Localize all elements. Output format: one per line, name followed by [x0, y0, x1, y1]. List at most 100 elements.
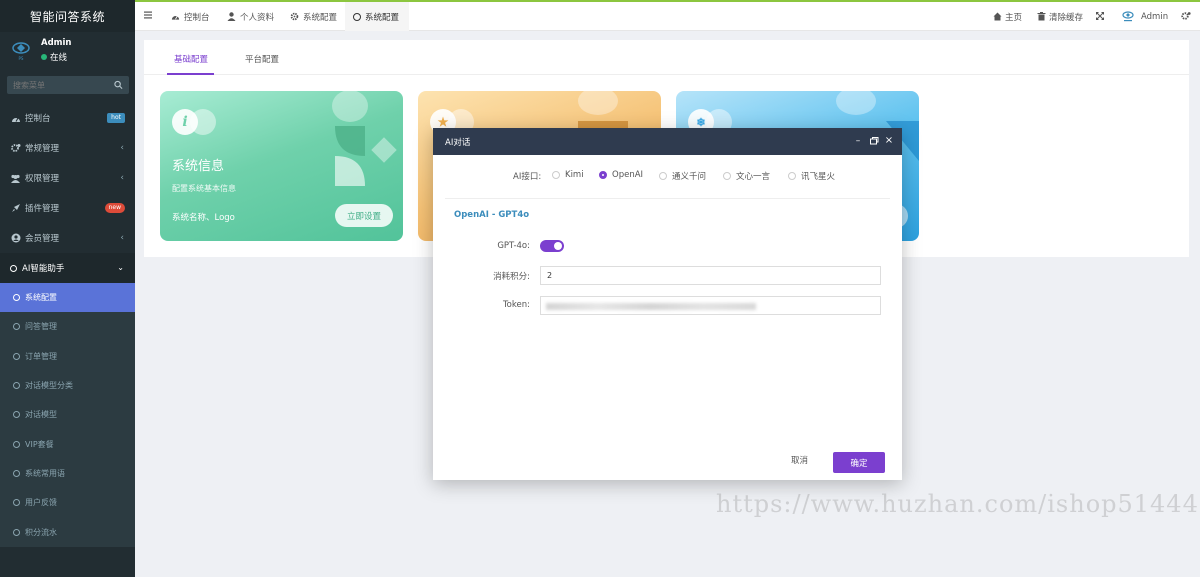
user-status: 在线	[41, 51, 67, 63]
sidebar-subitem-phrases[interactable]: 系统常用语	[0, 459, 135, 488]
card-decoration	[332, 91, 397, 186]
dialog-title: AI对话	[445, 137, 471, 148]
clear-cache-label: 清除缓存	[1049, 12, 1084, 23]
user-status-text: 在线	[50, 53, 68, 63]
tab-system-config-active[interactable]: 系统配置	[345, 2, 409, 31]
tab-label: 系统配置	[303, 12, 338, 23]
confirm-button[interactable]: 确定	[833, 452, 885, 473]
settings-gear-icon[interactable]	[1181, 11, 1191, 21]
sidebar-subitem-system-config[interactable]: 系统配置	[0, 283, 135, 313]
sidebar-subitem-model-category[interactable]: 对话模型分类	[0, 371, 135, 400]
sidebar-item-dashboard[interactable]: 控制台 hot	[0, 103, 135, 133]
radio-xunfei[interactable]: 讯飞星火	[788, 170, 835, 182]
clear-cache-button[interactable]: 清除缓存	[1037, 2, 1083, 31]
radio-wenxin[interactable]: 文心一言	[723, 170, 770, 182]
circle-icon	[13, 440, 20, 448]
tab-dashboard[interactable]: 控制台	[171, 2, 210, 31]
active-tab-indicator	[167, 73, 214, 75]
sidebar-menu: 控制台 hot 常规管理 ‹ 权限管理 ‹ 插件管理 new 会员管理 ‹ AI…	[0, 103, 135, 547]
radio-checked-icon	[599, 171, 607, 179]
sidebar-item-members[interactable]: 会员管理 ‹	[0, 223, 135, 253]
admin-menu[interactable]: Admin	[1121, 2, 1168, 31]
user-icon	[227, 12, 236, 21]
sidebar-item-label: 常规管理	[25, 144, 60, 154]
points-input[interactable]	[540, 266, 881, 285]
user-circle-icon	[10, 233, 21, 244]
dialog-header: AI对话 – ×	[433, 128, 902, 155]
search-icon[interactable]	[114, 80, 123, 90]
sidebar-subitem-models[interactable]: 对话模型	[0, 400, 135, 429]
fullscreen-icon[interactable]	[1096, 12, 1104, 20]
sidebar-item-plugins[interactable]: 插件管理 new	[0, 193, 135, 223]
sidebar-subitem-orders[interactable]: 订单管理	[0, 342, 135, 371]
home-label: 主页	[1005, 12, 1023, 23]
section-title: OpenAI - GPT4o	[454, 210, 530, 220]
tab-platform-config[interactable]: 平台配置	[245, 53, 279, 65]
circle-icon	[353, 12, 361, 21]
tab-label: 个人资料	[240, 12, 275, 23]
chevron-left-icon: ‹	[120, 173, 124, 183]
dialog-divider	[445, 198, 890, 199]
circle-icon	[13, 352, 20, 360]
menu-search[interactable]	[7, 76, 129, 94]
home-link[interactable]: 主页	[993, 2, 1022, 31]
dashboard-icon	[171, 15, 180, 20]
sidebar-item-label: 控制台	[25, 114, 51, 124]
sidebar-subitem-points[interactable]: 积分流水	[0, 517, 135, 546]
sidebar: 智能问答系统 PS Admin 在线 控制台 hot 常规管理 ‹	[0, 0, 135, 577]
menu-toggle-icon[interactable]	[144, 11, 152, 19]
tab-label: 控制台	[184, 12, 210, 23]
sidebar-subitem-vip[interactable]: VIP套餐	[0, 429, 135, 458]
chevron-left-icon: ‹	[120, 233, 124, 243]
system-info-card: i 系统信息 配置系统基本信息 系统名称、Logo 立即设置	[160, 91, 403, 241]
sidebar-item-label: VIP套餐	[25, 439, 54, 449]
sidebar-item-label: 插件管理	[25, 204, 60, 214]
sidebar-item-label: 问答管理	[25, 322, 57, 332]
home-icon	[993, 12, 1002, 21]
topbar: 控制台 个人资料 系统配置 系统配置 主页 清除缓存 Admin	[135, 0, 1200, 31]
radio-tongyi[interactable]: 通义千问	[659, 170, 706, 182]
sidebar-subitem-qa[interactable]: 问答管理	[0, 312, 135, 341]
admin-label: Admin	[1141, 11, 1169, 22]
circle-icon	[13, 294, 20, 302]
radio-label: 讯飞星火	[801, 172, 836, 182]
brand-title[interactable]: 智能问答系统	[0, 0, 135, 32]
circle-icon	[10, 264, 17, 272]
close-icon[interactable]: ×	[884, 136, 894, 146]
ai-api-selector: AI接口: Kimi OpenAI 通义千问 文心一言 讯飞星火	[433, 170, 902, 182]
maximize-icon[interactable]	[869, 136, 879, 146]
user-panel: PS Admin 在线	[0, 32, 135, 70]
new-badge: new	[104, 203, 125, 213]
tab-label: 系统配置	[365, 12, 400, 23]
tab-basic-config[interactable]: 基础配置	[174, 53, 208, 65]
token-label: Token:	[502, 300, 530, 310]
circle-icon	[13, 323, 20, 331]
user-name: Admin	[41, 38, 72, 48]
sidebar-item-label: 系统配置	[25, 293, 57, 303]
cancel-button[interactable]: 取消	[791, 454, 808, 466]
sidebar-subitem-feedback[interactable]: 用户反馈	[0, 488, 135, 517]
tab-system-config[interactable]: 系统配置	[290, 2, 337, 31]
radio-kimi[interactable]: Kimi	[552, 170, 584, 180]
sidebar-item-label: 对话模型	[25, 410, 57, 420]
tab-profile[interactable]: 个人资料	[227, 2, 274, 31]
cogs-icon	[10, 143, 21, 154]
users-icon	[10, 173, 21, 184]
info-icon: i	[172, 109, 198, 135]
gpt-4o-toggle[interactable]	[540, 240, 564, 252]
radio-openai[interactable]: OpenAI	[599, 170, 643, 180]
circle-icon	[13, 528, 20, 536]
svg-text:PS: PS	[19, 56, 24, 61]
sidebar-item-ai-assistant[interactable]: AI智能助手 ⌄	[0, 253, 135, 283]
radio-label: 通义千问	[672, 172, 707, 182]
sidebar-item-general[interactable]: 常规管理 ‹	[0, 133, 135, 163]
card-title: 系统信息	[172, 159, 225, 174]
menu-search-input[interactable]	[13, 80, 114, 90]
minimize-icon[interactable]: –	[853, 136, 863, 146]
points-label: 消耗积分:	[493, 272, 530, 282]
circle-icon	[13, 382, 20, 390]
radio-icon	[788, 172, 796, 180]
radio-label: Kimi	[565, 170, 584, 180]
sidebar-item-permissions[interactable]: 权限管理 ‹	[0, 163, 135, 193]
setup-now-button[interactable]: 立即设置	[335, 204, 393, 227]
